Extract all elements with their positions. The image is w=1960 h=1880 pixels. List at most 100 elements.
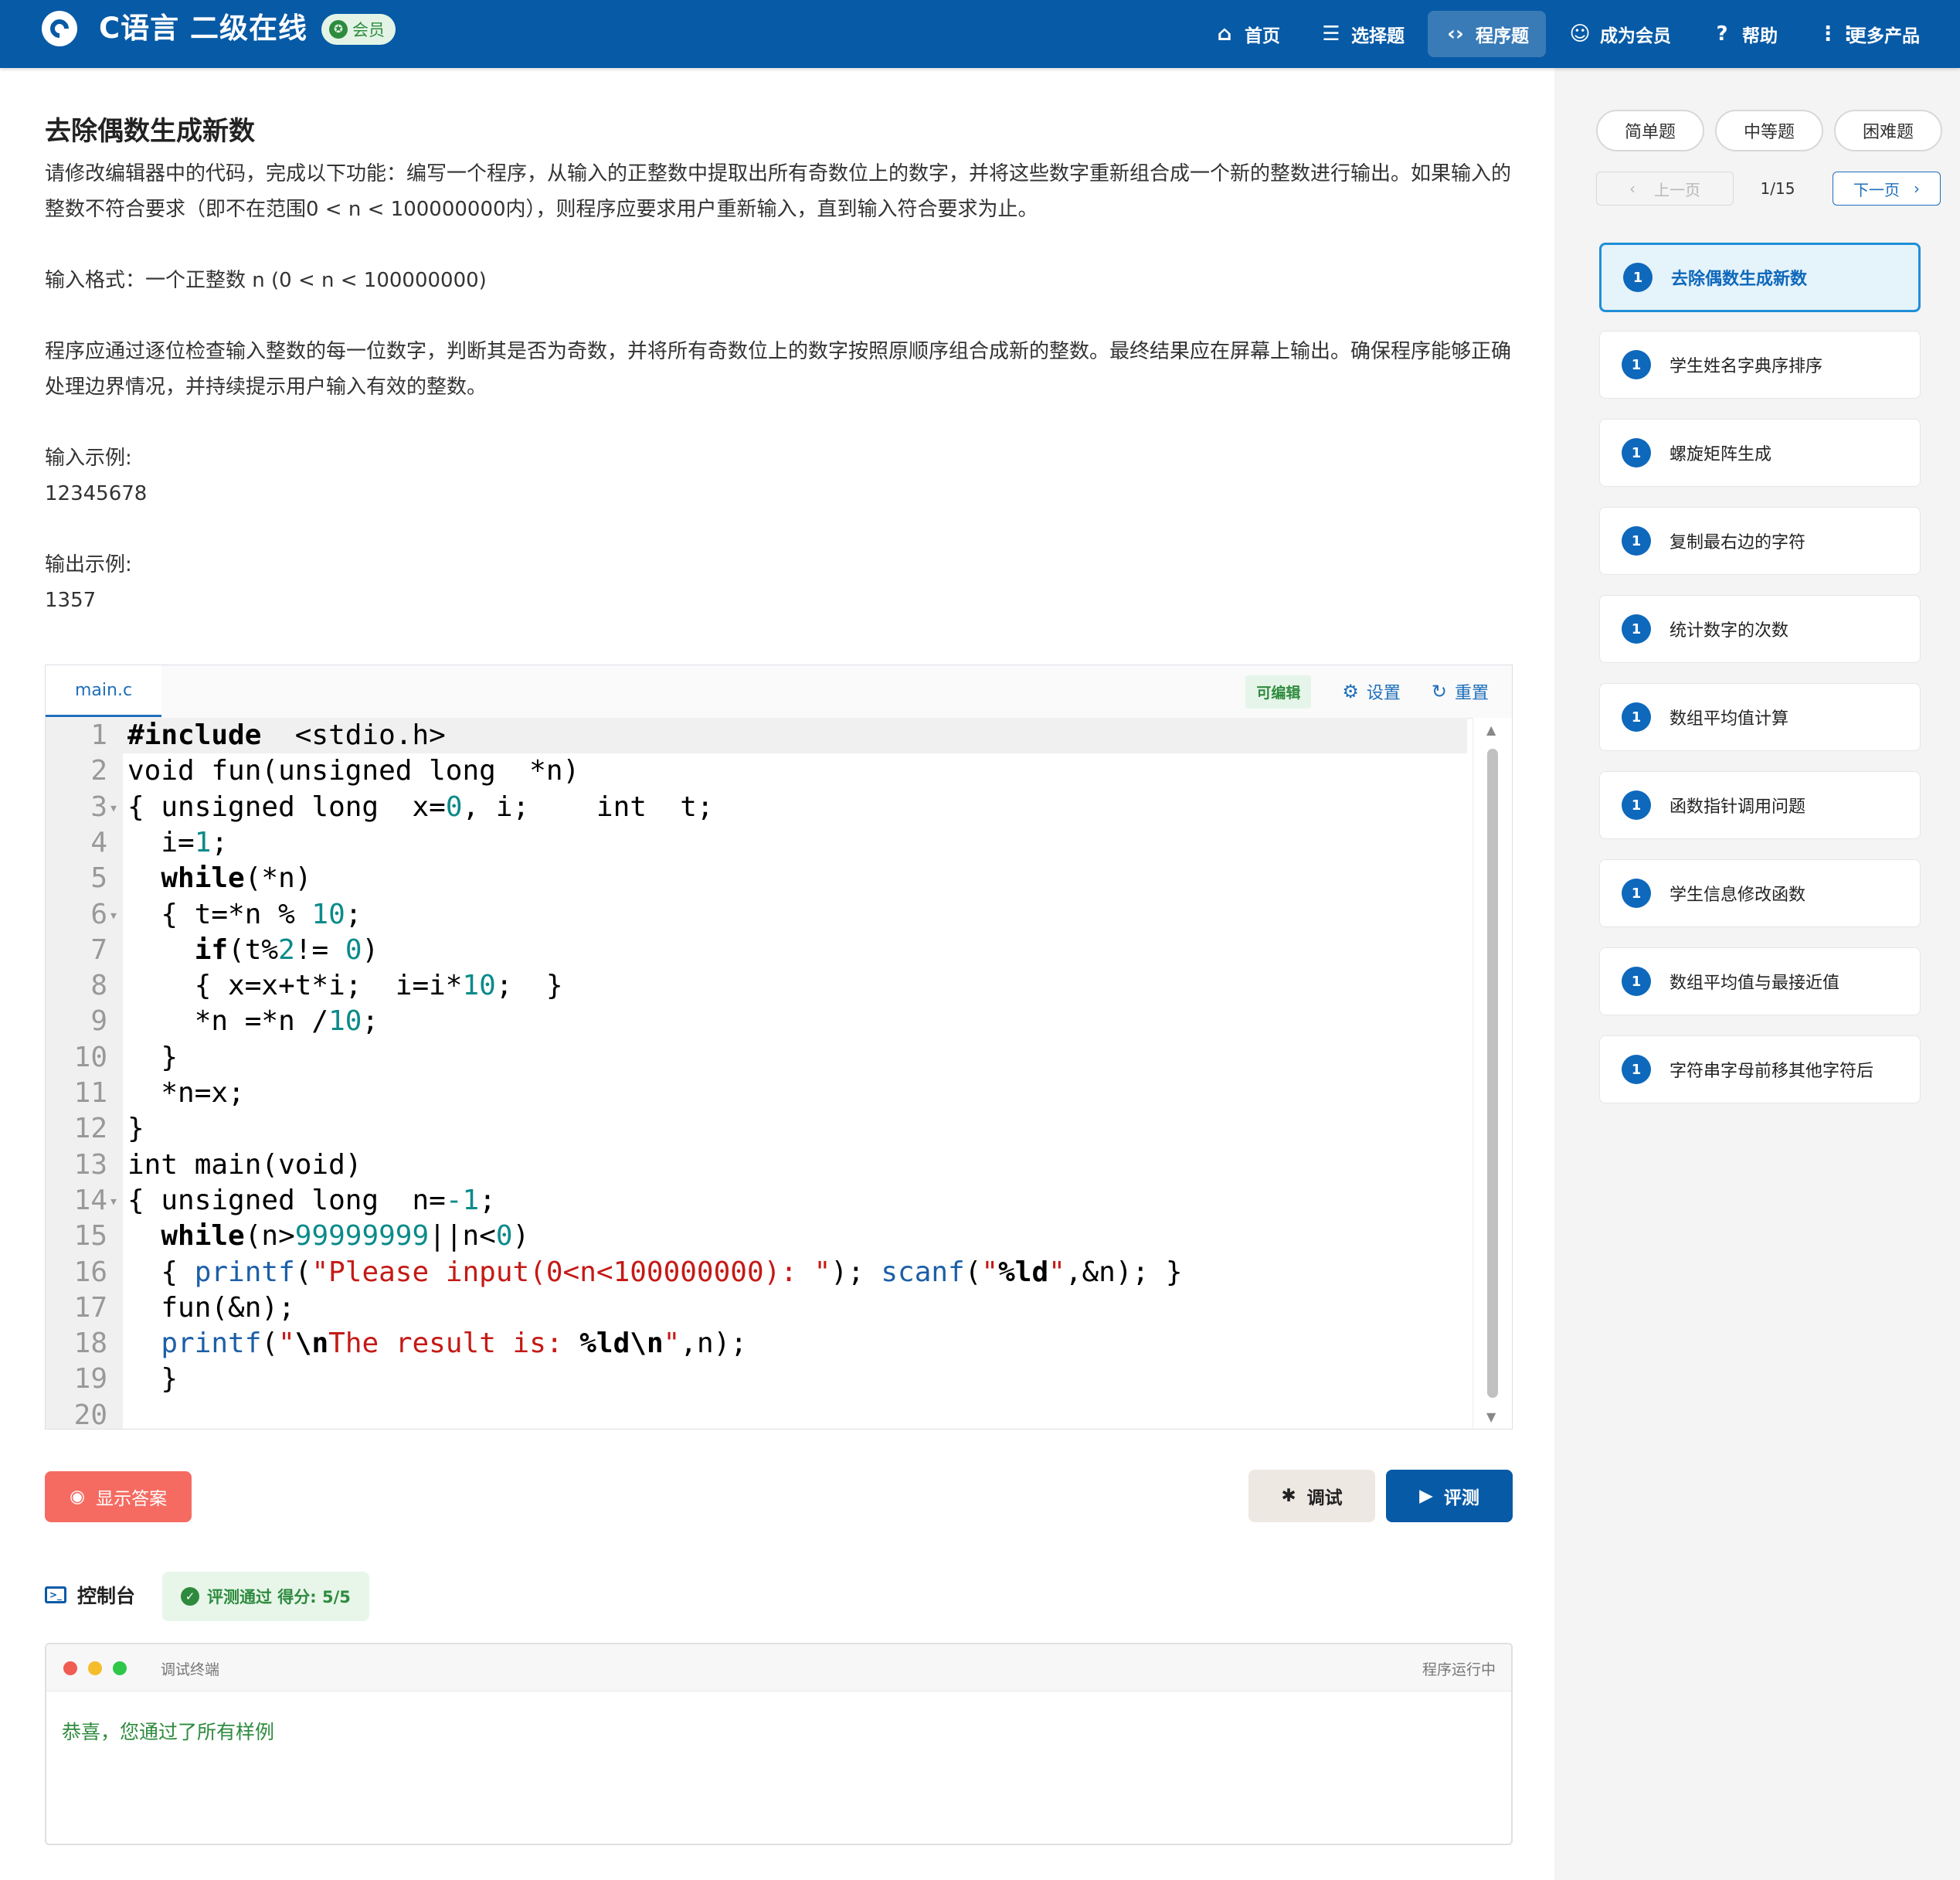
question-item[interactable]: 1 数组平均值计算 — [1599, 683, 1921, 751]
debug-button[interactable]: ✱ 调试 — [1248, 1470, 1375, 1522]
question-item[interactable]: 1 去除偶数生成新数 — [1599, 243, 1921, 312]
prev-page-button[interactable]: ‹ 上一页 — [1596, 172, 1734, 206]
nav-program-questions[interactable]: ‹› 程序题 — [1428, 11, 1546, 57]
question-number-badge: 1 — [1623, 263, 1653, 292]
file-tab-main-c[interactable]: main.c — [46, 665, 162, 717]
next-page-button[interactable]: 下一页 › — [1833, 172, 1941, 206]
code-text: while(n>99999999||n<0) — [161, 1220, 530, 1253]
reset-button[interactable]: ↻ 重置 — [1432, 679, 1489, 704]
code-line[interactable]: 13 int main(void) — [46, 1147, 1467, 1183]
code-line[interactable]: 1 #include <stdio.h> — [46, 718, 1467, 753]
terminal-title: 调试终端 — [161, 1661, 220, 1678]
question-item[interactable]: 1 学生信息修改函数 — [1599, 859, 1921, 927]
question-item[interactable]: 1 螺旋矩阵生成 — [1599, 419, 1921, 487]
code-line[interactable]: 14 ▾ { unsigned long n=-1; — [46, 1183, 1467, 1219]
problem-description: 请修改编辑器中的代码，完成以下功能：编写一个程序，从输入的正整数中提取出所有奇数… — [45, 156, 1513, 618]
line-number: 4 — [90, 826, 107, 858]
code-line[interactable]: 6 ▾ { t=*n % 10; — [46, 897, 1467, 933]
settings-button[interactable]: ⚙ 设置 — [1342, 679, 1401, 704]
code-line[interactable]: 2 void fun(unsigned long *n) — [46, 753, 1467, 789]
code-line[interactable]: 19 } — [46, 1362, 1467, 1397]
question-item[interactable]: 1 复制最右边的字符 — [1599, 507, 1921, 575]
question-sidebar: 简单题 中等题 困难题 ‹ 上一页 1/15 下一页 › 1 去除偶数生成新数 1 学… — [1554, 68, 1960, 1880]
logo-icon[interactable] — [42, 11, 77, 46]
code-line[interactable]: 17 fun(&n); — [46, 1290, 1467, 1326]
help-icon: ? — [1716, 22, 1728, 46]
nav-become-member[interactable]: ☺ 成为会员 — [1552, 11, 1688, 57]
nav-home[interactable]: ⌂ 首页 — [1197, 11, 1297, 57]
line-number: 14 — [73, 1184, 107, 1216]
editor-scrollbar[interactable]: ▲ ▼ — [1473, 718, 1512, 1429]
app-title[interactable]: C语言 二级在线 — [99, 9, 307, 48]
question-number-badge: 1 — [1622, 614, 1651, 644]
question-item[interactable]: 1 函数指针调用问题 — [1599, 771, 1921, 839]
input-example: 12345678 — [45, 482, 148, 505]
problem-title: 去除偶数生成新数 — [45, 116, 255, 147]
evaluate-button[interactable]: ▶ 评测 — [1386, 1470, 1513, 1522]
play-icon: ▶ — [1419, 1486, 1433, 1506]
code-text: fun(&n); — [127, 1291, 295, 1324]
code-text: { x=x+t*i; i=i*10; } — [127, 970, 563, 1002]
top-navbar: C语言 二级在线 ✪ 会员 ⌂ 首页 ☰ 选择题 ‹› 程序题 ☺ 成为会员 ?… — [0, 0, 1960, 68]
code-line[interactable]: 15 while(n>99999999||n<0) — [46, 1219, 1467, 1254]
editor-toolbar: main.c 可编辑 ⚙ 设置 ↻ 重置 — [46, 665, 1512, 719]
result-badge: ✓ 评测通过 得分: 5/5 — [162, 1572, 369, 1621]
code-line[interactable]: 16 { printf("Please input(0<n<100000000)… — [46, 1255, 1467, 1290]
tab-hard[interactable]: 困难题 — [1834, 110, 1942, 151]
scrollbar-thumb[interactable] — [1487, 749, 1498, 1398]
line-number: 17 — [73, 1291, 107, 1324]
question-title: 去除偶数生成新数 — [1671, 270, 1808, 289]
debug-terminal: 调试终端 程序运行中 恭喜，您通过了所有样例 — [45, 1643, 1513, 1845]
question-title: 函数指针调用问题 — [1670, 797, 1806, 817]
code-line[interactable]: 4 i=1; — [46, 825, 1467, 861]
chevron-left-icon: ‹ — [1629, 179, 1636, 198]
terminal-status: 程序运行中 — [1422, 1661, 1496, 1678]
code-line[interactable]: 12} — [46, 1111, 1467, 1147]
user-add-icon: ☺ — [1569, 22, 1591, 46]
code-line[interactable]: 7 if(t%2!= 0) — [46, 933, 1467, 968]
fold-arrow-icon[interactable]: ▾ — [109, 1183, 118, 1219]
scroll-up-icon[interactable]: ▲ — [1486, 722, 1496, 737]
line-number: 6 — [90, 898, 107, 930]
code-text: i=1; — [127, 826, 229, 858]
line-number: 8 — [90, 970, 107, 1002]
code-line[interactable]: 3 ▾ { unsigned long x=0, i; int t; — [46, 790, 1467, 825]
code-line[interactable]: 5 while(*n) — [46, 861, 1467, 896]
fold-arrow-icon[interactable]: ▾ — [109, 790, 118, 825]
question-title: 字符串字母前移其他字符后 — [1670, 1062, 1874, 1081]
tab-easy[interactable]: 简单题 — [1596, 110, 1704, 151]
code-text: { t=*n % 10; — [127, 898, 362, 930]
nav-choice-questions[interactable]: ☰ 选择题 — [1303, 11, 1422, 57]
fold-arrow-icon[interactable]: ▾ — [109, 897, 118, 933]
line-number: 16 — [73, 1256, 107, 1288]
line-number: 3 — [90, 790, 107, 823]
show-answer-button[interactable]: ◉ 显示答案 — [45, 1471, 192, 1522]
code-line[interactable]: 10 } — [46, 1040, 1467, 1076]
question-item[interactable]: 1 学生姓名字典序排序 — [1599, 331, 1921, 399]
question-title: 数组平均值与最接近值 — [1670, 974, 1840, 993]
eye-icon: ◉ — [70, 1487, 86, 1507]
nav-help[interactable]: ? 帮助 — [1694, 11, 1795, 57]
line-number: 20 — [73, 1399, 107, 1429]
code-line[interactable]: 18 printf("\nThe result is: %ld\n",n); — [46, 1326, 1467, 1362]
question-item[interactable]: 1 统计数字的次数 — [1599, 595, 1921, 663]
input-format: 输入格式：一个正整数 n (0 < n < 100000000) — [45, 269, 487, 292]
line-number: 18 — [73, 1328, 107, 1360]
code-line[interactable]: 8 { x=x+t*i; i=i*10; } — [46, 968, 1467, 1004]
output-example: 1357 — [45, 589, 97, 612]
code-text: *n =*n /10; — [127, 1005, 379, 1038]
code-text: int main(void) — [127, 1148, 362, 1181]
nav-more-products[interactable]: ⋮⋮ 更多产品 — [1801, 11, 1937, 57]
code-line[interactable]: 20 — [46, 1398, 1467, 1429]
code-text: printf("\nThe result is: %ld\n",n); — [161, 1328, 748, 1360]
code-area[interactable]: ▲ ▼ 1 #include <stdio.h> 2 void fun(unsigne… — [46, 718, 1512, 1429]
question-item[interactable]: 1 数组平均值与最接近值 — [1599, 947, 1921, 1015]
code-line[interactable]: 9 *n =*n /10; — [46, 1004, 1467, 1039]
tab-medium[interactable]: 中等题 — [1715, 110, 1823, 151]
code-line[interactable]: 11 *n=x; — [46, 1076, 1467, 1111]
question-number-badge: 1 — [1622, 967, 1651, 996]
question-item[interactable]: 1 字符串字母前移其他字符后 — [1599, 1035, 1921, 1103]
scroll-down-icon[interactable]: ▼ — [1486, 1409, 1496, 1424]
list-icon: ☰ — [1322, 22, 1340, 46]
close-dot-icon — [63, 1661, 77, 1675]
